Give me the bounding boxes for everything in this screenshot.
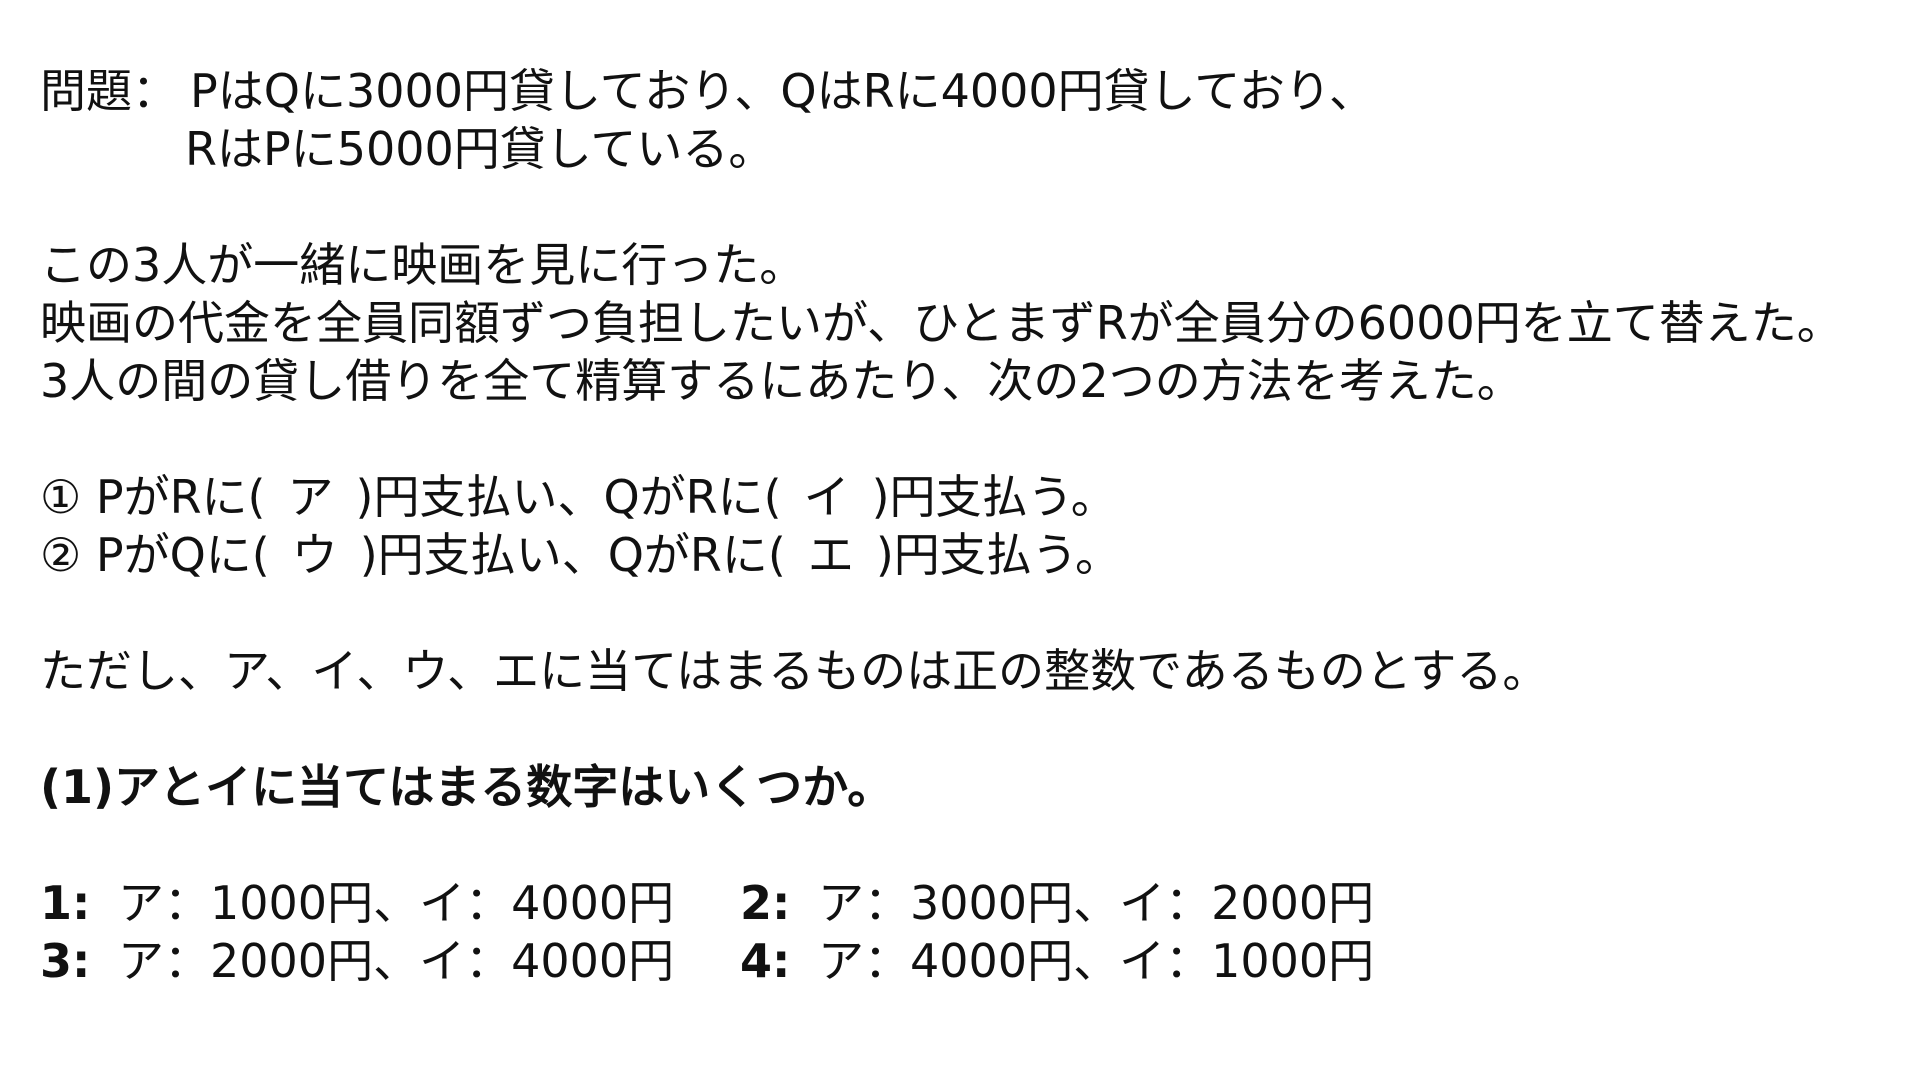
- blank-a: ア: [287, 470, 334, 524]
- choice-2-number: 2:: [740, 876, 791, 930]
- choice-1[interactable]: 1: ア：1000円、イ：4000円: [40, 874, 740, 932]
- note-text: ただし、ア、イ、ウ、エに当てはまるものは正の整数であるものとする。: [40, 644, 1549, 698]
- choice-3-number: 3:: [40, 934, 91, 988]
- blank-i: イ: [803, 470, 850, 524]
- choice-2-text: ア：3000円、イ：2000円: [818, 876, 1375, 930]
- problem-line-2: RはPに5000円貸している。: [185, 122, 775, 176]
- problem-line-1: 問題： PはQに3000円貸しており、QはRに4000円貸しており、: [40, 62, 1900, 120]
- story-line-3: 3人の間の貸し借りを全て精算するにあたり、次の2つの方法を考えた。: [40, 354, 1523, 408]
- method-2-mid: )円支払い、QがRに(: [359, 528, 786, 582]
- choice-1-number: 1:: [40, 876, 91, 930]
- story-line-2: 映画の代金を全員同額ずつ負担したいが、ひとまずRが全員分の6000円を立て替えた…: [40, 296, 1843, 350]
- choice-1-text: ア：1000円、イ：4000円: [118, 876, 675, 930]
- method-2-post: )円支払う。: [875, 528, 1122, 582]
- blank-u: ウ: [291, 528, 338, 582]
- answer-choices: 1: ア：1000円、イ：4000円 2: ア：3000円、イ：2000円 3: ア：…: [40, 874, 1900, 990]
- question-text: (1)アとイに当てはまる数字はいくつか。: [40, 760, 894, 814]
- problem-label: 問題：: [40, 64, 178, 118]
- method-2-pre: ② PがQに(: [40, 528, 270, 582]
- choice-2[interactable]: 2: ア：3000円、イ：2000円: [740, 874, 1440, 932]
- choice-4[interactable]: 4: ア：4000円、イ：1000円: [740, 932, 1440, 990]
- problem-text-1: PはQに3000円貸しており、QはRに4000円貸しており、: [190, 64, 1376, 118]
- method-1: ① PがRに( ア )円支払い、QがRに( イ )円支払う。: [40, 468, 1900, 526]
- choice-4-text: ア：4000円、イ：1000円: [818, 934, 1375, 988]
- choice-3-text: ア：2000円、イ：4000円: [118, 934, 675, 988]
- method-1-post: )円支払う。: [871, 470, 1117, 524]
- blank-e: エ: [807, 528, 854, 582]
- method-2: ② PがQに( ウ )円支払い、QがRに( エ )円支払う。: [40, 526, 1900, 584]
- method-1-mid: )円支払い、QがRに(: [355, 470, 782, 524]
- story-line-1: この3人が一緒に映画を見に行った。: [40, 238, 806, 292]
- choice-4-number: 4:: [740, 934, 791, 988]
- method-1-pre: ① PがRに(: [40, 470, 266, 524]
- document-page: 問題： PはQに3000円貸しており、QはRに4000円貸しており、 RはPに5…: [40, 62, 1900, 990]
- choice-3[interactable]: 3: ア：2000円、イ：4000円: [40, 932, 740, 990]
